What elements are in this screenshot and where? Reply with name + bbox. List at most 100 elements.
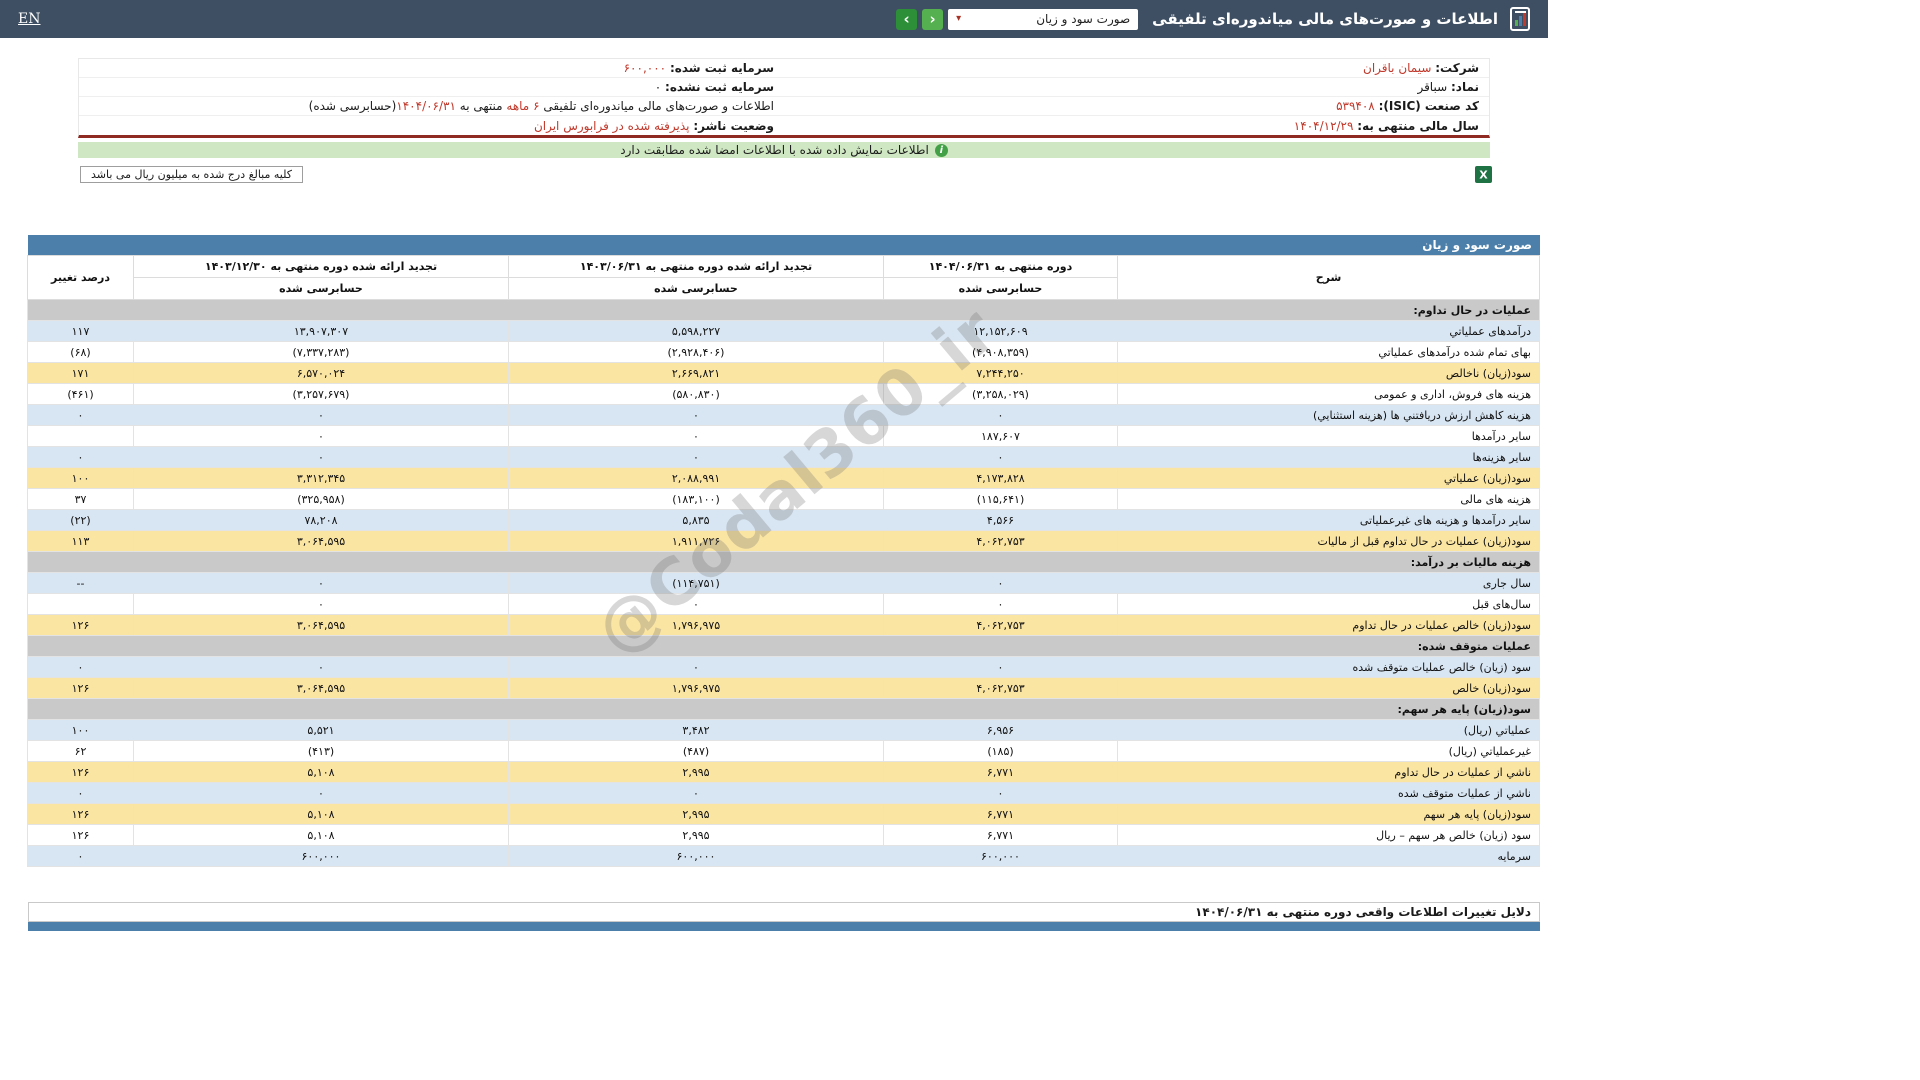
statement-rows: عملیات در حال تداوم:درآمدهای عملیاتي۱۲,۱… [28, 300, 1540, 867]
issuer-status-value: پذیرفته شده در فرابورس ایران [534, 119, 690, 133]
audit-status-cell: حسابرسی شده [884, 278, 1118, 300]
table-row: سال‌های قبل۰۰۰ [28, 594, 1540, 615]
table-row: سود(زیان) خالص۴,۰۶۲,۷۵۳۱,۷۹۶,۹۷۵۳,۰۶۴,۵۹… [28, 678, 1540, 699]
company-field: شرکت: سیمان باقران [784, 61, 1489, 75]
percent-change: ۱۲۶ [28, 762, 134, 783]
value-restated-year: ۰ [134, 783, 509, 804]
value-restated-year: ۰ [134, 657, 509, 678]
report-description-field: اطلاعات و صورت‌های مالی میاندوره‌ای تلفی… [79, 99, 784, 113]
percent-change: ۱۷۱ [28, 363, 134, 384]
excel-export-icon[interactable]: X [1475, 166, 1492, 183]
value-current-period: ۶,۷۷۱ [884, 762, 1118, 783]
value-current-period: ۴,۰۶۲,۷۵۳ [884, 531, 1118, 552]
symbol-field: نماد: سباقر [784, 80, 1489, 94]
table-row: هزینه کاهش ارزش دریافتني ها (هزینه استثن… [28, 405, 1540, 426]
report-line-period: ۶ ماهه [506, 99, 539, 113]
table-row: سود(زیان) پایه هر سهم۶,۷۷۱۲,۹۹۵۵,۱۰۸۱۲۶ [28, 804, 1540, 825]
row-label: سود(زیان) خالص [1118, 678, 1540, 699]
table-row: سود(زیان) خالص عملیات در حال تداوم۴,۰۶۲,… [28, 615, 1540, 636]
report-line-audited: (حسابرسی شده) [309, 99, 397, 113]
column-header-description: شرح [1118, 256, 1540, 300]
info-row: شرکت: سیمان باقران سرمایه ثبت شده: ۶۰۰,۰… [79, 59, 1489, 78]
company-value: سیمان باقران [1363, 61, 1431, 75]
percent-change: (۴۶۱) [28, 384, 134, 405]
value-restated-year: ۵,۱۰۸ [134, 762, 509, 783]
percent-change: ۱۱۳ [28, 531, 134, 552]
row-label: غیرعملیاتي (ریال) [1118, 741, 1540, 762]
value-restated-year: (۷,۳۳۷,۲۸۳) [134, 342, 509, 363]
table-row: ناشي از عملیات در حال تداوم۶,۷۷۱۲,۹۹۵۵,۱… [28, 762, 1540, 783]
percent-change: ۱۰۰ [28, 468, 134, 489]
header-row-periods: شرح دوره منتهی به ۱۴۰۴/۰۶/۳۱ تجدید ارائه… [28, 256, 1540, 278]
value-restated-halfyear: ۲,۹۹۵ [509, 804, 884, 825]
value-restated-halfyear: ۲,۰۸۸,۹۹۱ [509, 468, 884, 489]
value-restated-year: ۶۰۰,۰۰۰ [134, 846, 509, 867]
row-label: بهای تمام شده درآمدهای عملیاتي [1118, 342, 1540, 363]
value-current-period: ۰ [884, 405, 1118, 426]
value-restated-year: ۳,۰۶۴,۵۹۵ [134, 678, 509, 699]
section-label: عملیات متوقف شده: [28, 636, 1540, 657]
units-row: X کلیه مبالغ درج شده به میلیون ریال می ب… [80, 166, 1492, 183]
info-row: نماد: سباقر سرمایه ثبت نشده: ۰ [79, 78, 1489, 97]
column-header-percent-change: درصد تغییر [28, 256, 134, 300]
value-current-period: ۰ [884, 783, 1118, 804]
value-restated-halfyear: (۴۸۷) [509, 741, 884, 762]
percent-change: ۰ [28, 657, 134, 678]
row-label: سایر هزینه‌ها [1118, 447, 1540, 468]
table-row: بهای تمام شده درآمدهای عملیاتي(۴,۹۰۸,۳۵۹… [28, 342, 1540, 363]
value-restated-year: ۰ [134, 426, 509, 447]
prev-statement-button[interactable]: ‹ [922, 9, 943, 30]
symbol-value: سباقر [1417, 80, 1447, 94]
isic-label: کد صنعت (ISIC): [1379, 99, 1479, 113]
unregistered-capital-value: ۰ [655, 80, 661, 94]
value-current-period: ۰ [884, 447, 1118, 468]
value-restated-halfyear: (۵۸۰,۸۳۰) [509, 384, 884, 405]
percent-change: ۱۲۶ [28, 615, 134, 636]
change-reasons-header[interactable]: دلایل تغییرات اطلاعات واقعی دوره منتهی ب… [28, 902, 1540, 922]
value-restated-halfyear: ۵,۵۹۸,۲۲۷ [509, 321, 884, 342]
value-current-period: ۴,۵۶۶ [884, 510, 1118, 531]
report-logo-icon [1506, 5, 1534, 33]
registered-capital-label: سرمایه ثبت شده: [670, 61, 774, 75]
row-label: هزینه های فروش، اداری و عمومی [1118, 384, 1540, 405]
fiscal-year-field: سال مالی منتهی به: ۱۴۰۴/۱۲/۲۹ [784, 119, 1489, 133]
value-current-period: (۱۸۵) [884, 741, 1118, 762]
svg-text:X: X [1479, 169, 1488, 182]
table-row: سود(زیان) عملیاتي۴,۱۷۳,۸۲۸۲,۰۸۸,۹۹۱۳,۳۱۲… [28, 468, 1540, 489]
table-row: عملیاتي (ریال)۶,۹۵۶۳,۴۸۲۵,۵۲۱۱۰۰ [28, 720, 1540, 741]
percent-change: (۶۸) [28, 342, 134, 363]
value-restated-year: ۵,۱۰۸ [134, 804, 509, 825]
value-restated-year: (۳۲۵,۹۵۸) [134, 489, 509, 510]
percent-change [28, 426, 134, 447]
value-restated-halfyear: ۵,۸۳۵ [509, 510, 884, 531]
statement-select[interactable]: صورت سود و زیان ▾ [948, 9, 1138, 30]
percent-change: ۱۱۷ [28, 321, 134, 342]
row-label: سرمایه [1118, 846, 1540, 867]
page: اطلاعات و صورت‌های مالی میاندوره‌ای تلفی… [0, 0, 1548, 931]
value-restated-halfyear: ۰ [509, 783, 884, 804]
statement-table-head: شرح دوره منتهی به ۱۴۰۴/۰۶/۳۱ تجدید ارائه… [28, 256, 1540, 300]
value-current-period: ۷,۲۴۴,۲۵۰ [884, 363, 1118, 384]
value-restated-halfyear: ۰ [509, 594, 884, 615]
language-toggle-link[interactable]: EN [18, 11, 40, 27]
percent-change: ۶۲ [28, 741, 134, 762]
table-row: هزینه های مالی(۱۱۵,۶۴۱)(۱۸۳,۱۰۰)(۳۲۵,۹۵۸… [28, 489, 1540, 510]
value-restated-halfyear: ۶۰۰,۰۰۰ [509, 846, 884, 867]
percent-change: ۰ [28, 783, 134, 804]
value-restated-year: ۰ [134, 447, 509, 468]
table-row: سود(زیان) عملیات در حال تداوم قبل از مال… [28, 531, 1540, 552]
value-restated-year: (۳,۲۵۷,۶۷۹) [134, 384, 509, 405]
row-label: سود(زیان) ناخالص [1118, 363, 1540, 384]
statement-table: شرح دوره منتهی به ۱۴۰۴/۰۶/۳۱ تجدید ارائه… [27, 255, 1540, 867]
next-statement-button[interactable]: › [896, 9, 917, 30]
row-label: ناشي از عملیات در حال تداوم [1118, 762, 1540, 783]
row-label: هزینه کاهش ارزش دریافتني ها (هزینه استثن… [1118, 405, 1540, 426]
row-label: هزینه های مالی [1118, 489, 1540, 510]
table-row: ناشي از عملیات متوقف شده۰۰۰۰ [28, 783, 1540, 804]
value-restated-year: ۳,۳۱۲,۳۴۵ [134, 468, 509, 489]
value-restated-halfyear: ۱,۹۱۱,۷۲۶ [509, 531, 884, 552]
row-label: سود (زیان) خالص هر سهم – ریال [1118, 825, 1540, 846]
table-row: سایر درآمدها و هزینه های غیرعملیاتی۴,۵۶۶… [28, 510, 1540, 531]
top-header-bar: اطلاعات و صورت‌های مالی میاندوره‌ای تلفی… [0, 0, 1548, 38]
row-label: سال‌های قبل [1118, 594, 1540, 615]
